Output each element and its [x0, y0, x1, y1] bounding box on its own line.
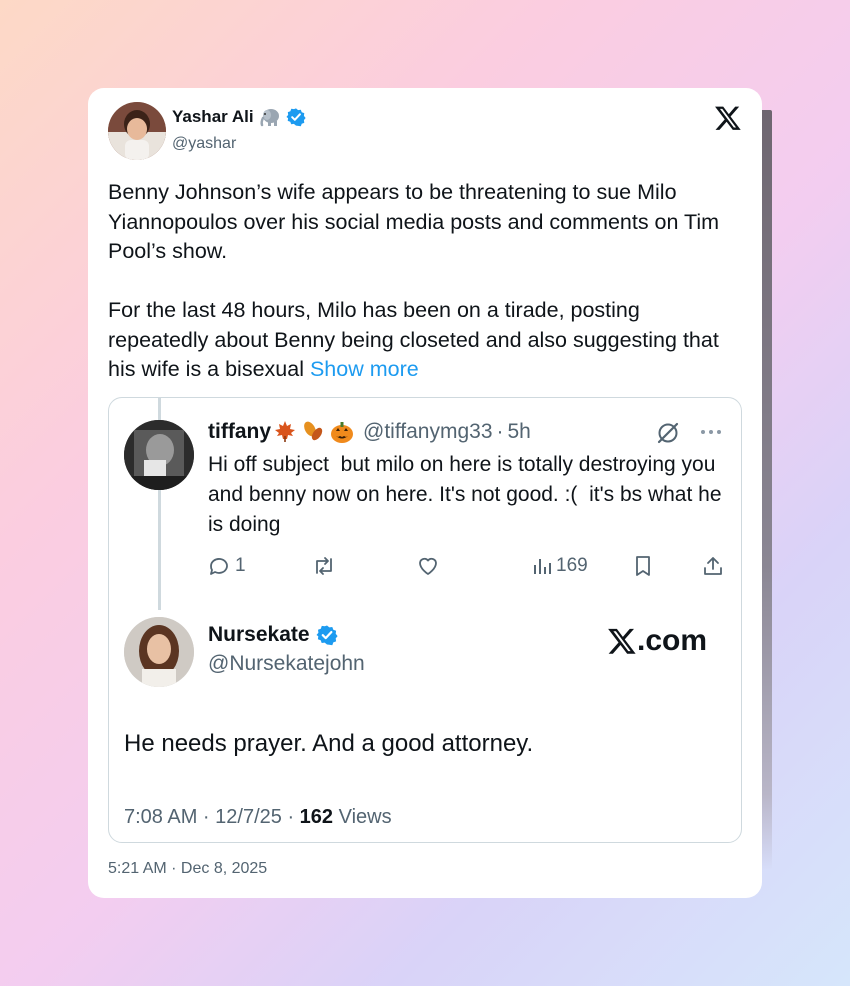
x-com-watermark: .com: [607, 624, 707, 658]
reply-button[interactable]: 1: [207, 554, 246, 578]
x-logo-icon[interactable]: [714, 104, 742, 132]
post-card: Yashar Ali @yashar Benny Johnson’s wife …: [88, 88, 762, 898]
reply-meta: 7:08 AM · 12/7/25 · 162 Views: [124, 806, 392, 828]
post-timestamp[interactable]: 5:21 AM · Dec 8, 2025: [108, 860, 267, 878]
maple-leaf-icon: [275, 421, 295, 442]
verified-badge-icon: [286, 107, 306, 127]
jack-o-lantern-icon: [331, 422, 353, 443]
author-handle[interactable]: @yashar: [172, 135, 236, 153]
x-logo-icon: [608, 628, 636, 654]
like-button[interactable]: [416, 554, 440, 578]
parent-tweet-header: tiffany @tiffanymg33 · 5h: [208, 420, 531, 444]
tweet-actions: 1 169: [207, 554, 727, 584]
parent-author-name[interactable]: tiffany: [208, 420, 271, 444]
heart-icon: [416, 554, 440, 578]
share-button[interactable]: [701, 554, 725, 578]
share-icon: [701, 554, 725, 578]
elephant-icon: [259, 107, 281, 127]
reply-views-count: 162: [299, 806, 334, 828]
parent-author-handle[interactable]: @tiffanymg33: [363, 420, 493, 444]
tiffany-avatar[interactable]: [124, 420, 194, 490]
nursekate-avatar[interactable]: [124, 617, 194, 687]
bookmark-icon: [632, 554, 654, 578]
reply-author-name[interactable]: Nursekate: [208, 623, 310, 647]
quoted-screenshot[interactable]: tiffany @tiffanymg33 · 5h Hi off subject…: [108, 397, 742, 843]
reply-icon: [207, 554, 231, 578]
fallen-leaves-icon: [304, 421, 323, 441]
author-avatar[interactable]: [108, 102, 166, 160]
reply-author-handle[interactable]: @Nursekatejohn: [208, 652, 365, 676]
bookmark-button[interactable]: [632, 554, 654, 578]
post-text: Benny Johnson’s wife appears to be threa…: [108, 180, 720, 381]
author-name[interactable]: Yashar Ali: [172, 107, 254, 127]
parent-time[interactable]: 5h: [508, 420, 531, 444]
retweet-button[interactable]: [311, 554, 337, 578]
reply-tweet-text: He needs prayer. And a good attorney.: [124, 730, 534, 757]
more-options-icon[interactable]: [699, 424, 723, 442]
views-button[interactable]: 169: [532, 554, 588, 578]
author-name-row: Yashar Ali: [172, 107, 306, 127]
reply-author-name-row: Nursekate: [208, 623, 338, 647]
grok-icon[interactable]: [655, 420, 681, 451]
views-chart-icon: [532, 554, 554, 578]
parent-tweet-text: Hi off subject but milo on here is total…: [208, 453, 728, 536]
retweet-icon: [311, 554, 337, 578]
reply-count: 1: [235, 555, 246, 576]
show-more-link[interactable]: Show more: [310, 357, 419, 381]
verified-badge-icon: [316, 624, 338, 646]
views-count: 169: [556, 555, 588, 576]
name-emojis: [273, 420, 355, 444]
